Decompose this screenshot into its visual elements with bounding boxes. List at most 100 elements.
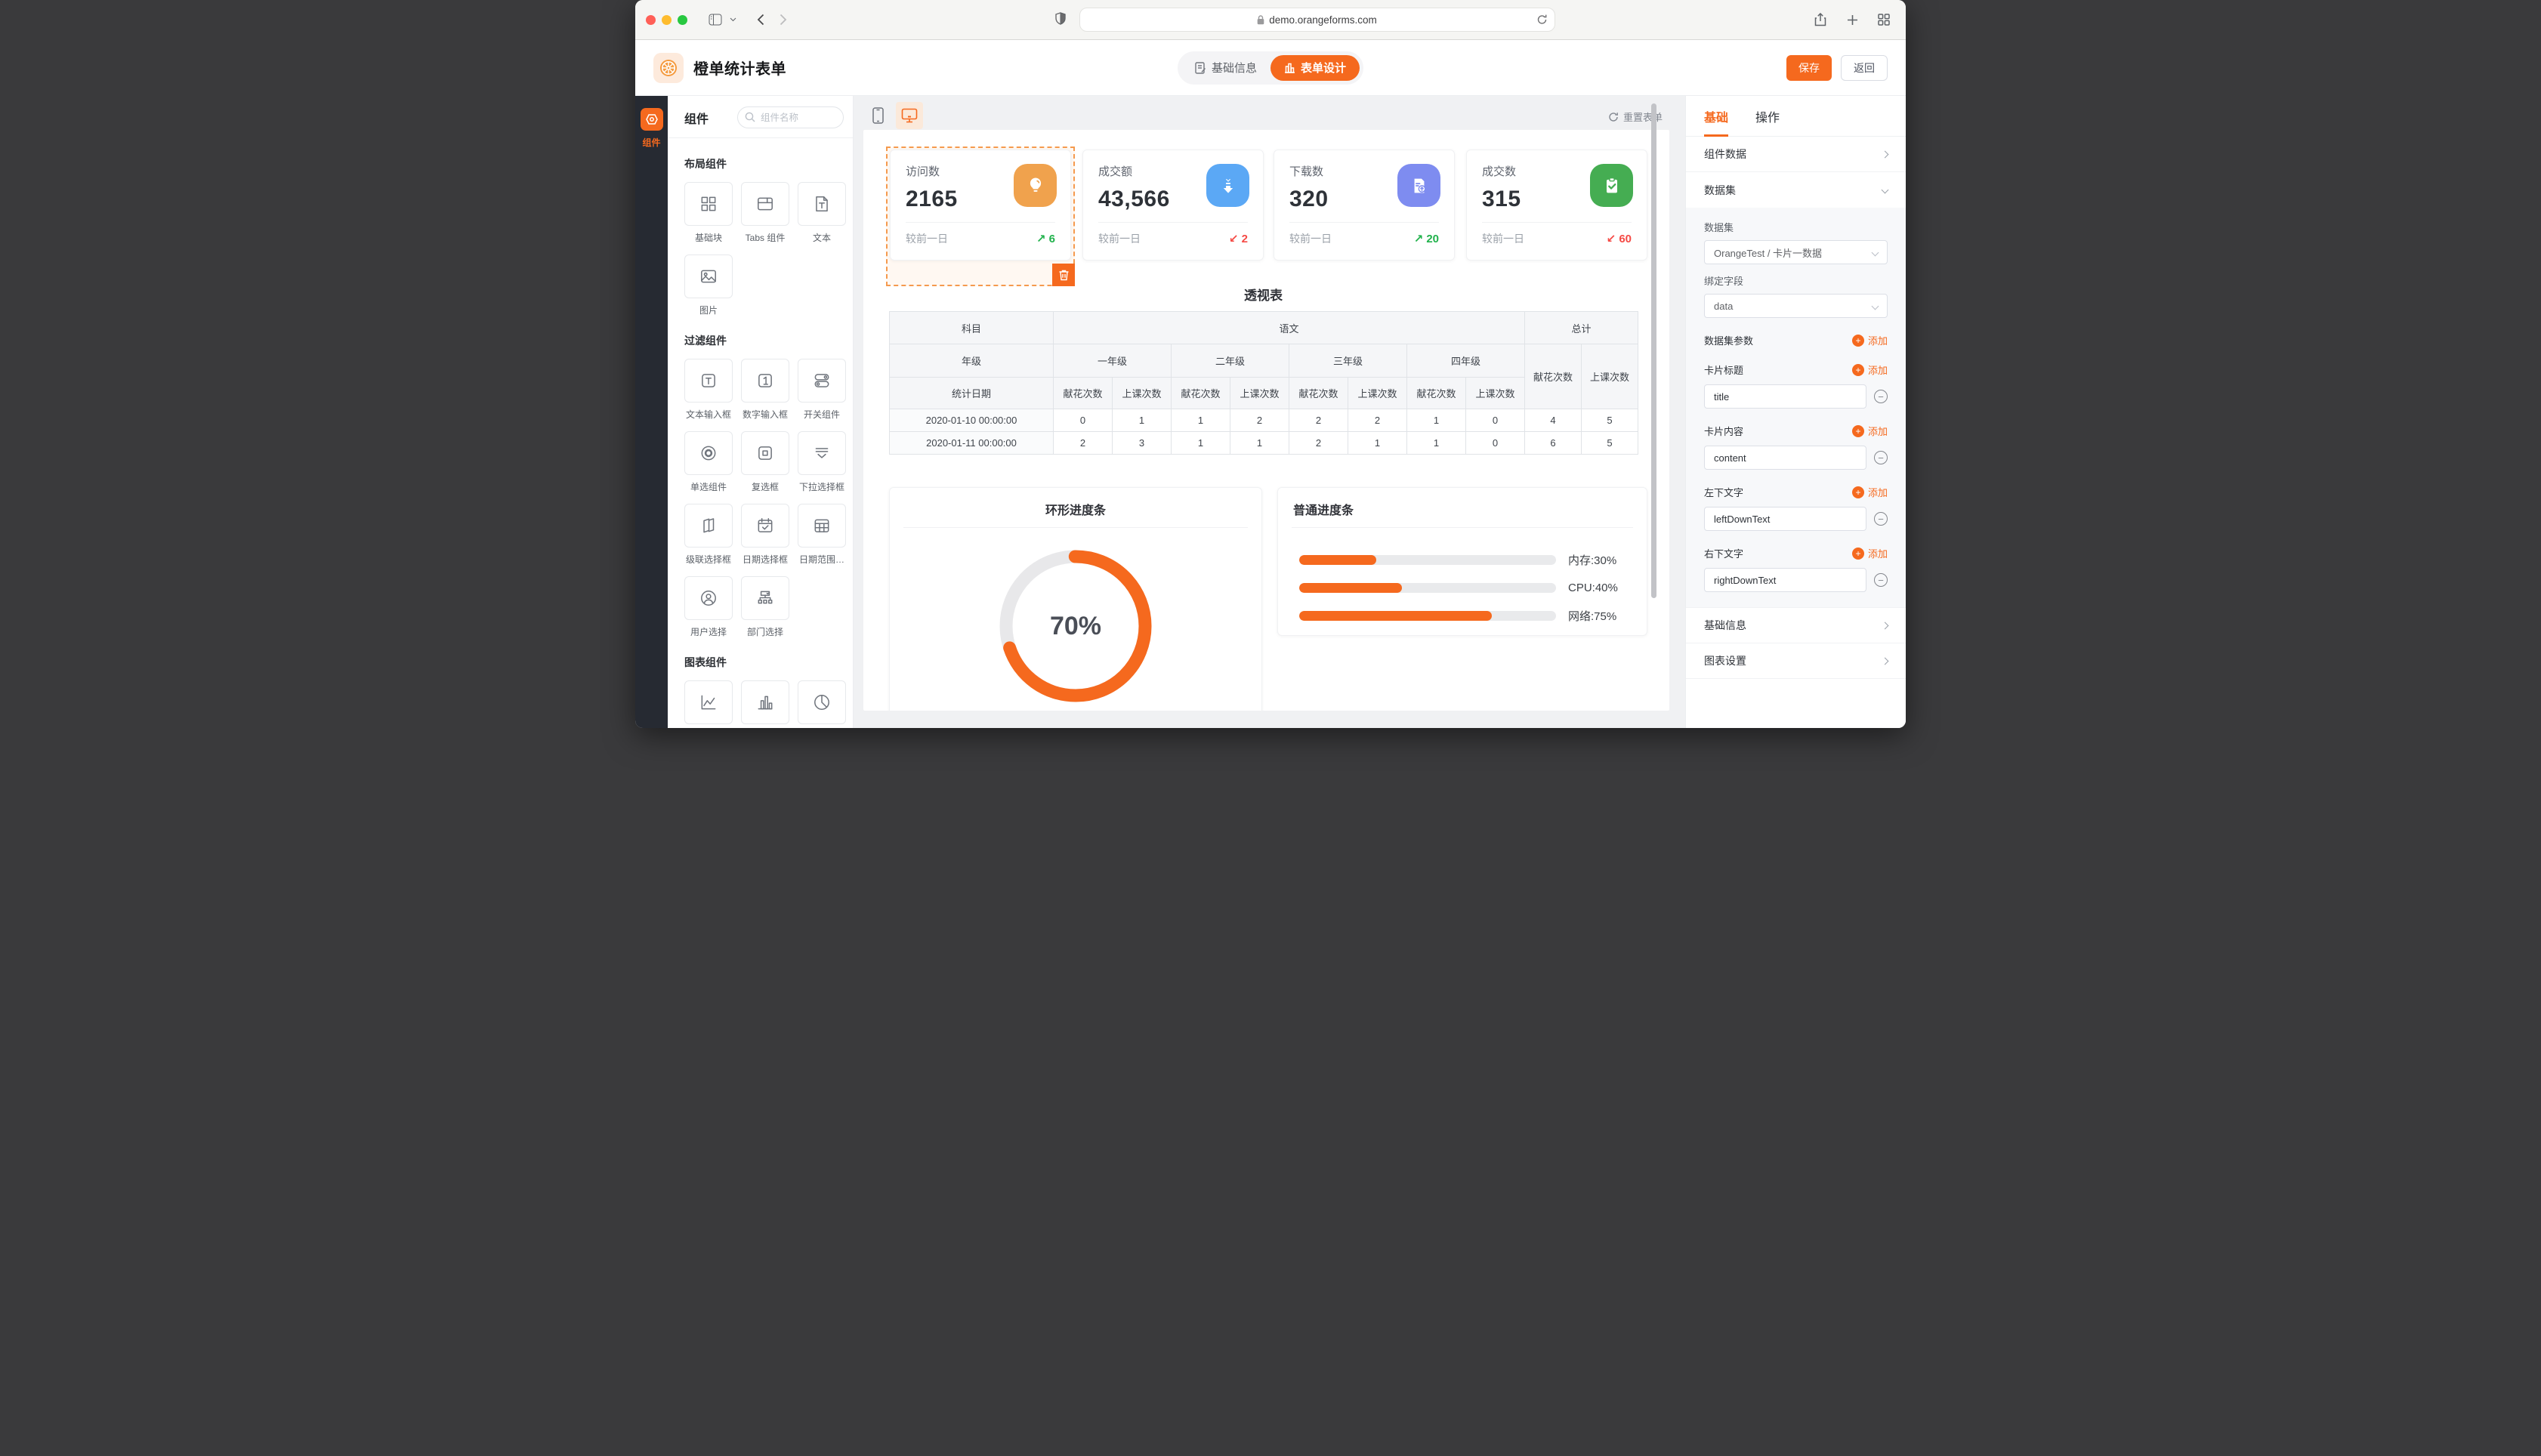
new-tab-icon[interactable] bbox=[1841, 9, 1863, 30]
add-right-down-button[interactable]: +添加 bbox=[1852, 546, 1888, 560]
bulb-icon bbox=[1014, 164, 1057, 207]
close-window-button[interactable] bbox=[646, 15, 656, 25]
selected-widget-outline[interactable]: 访问数 2165 较前一日 ↗ 6 bbox=[886, 147, 1075, 286]
back-button[interactable]: 返回 bbox=[1841, 55, 1888, 81]
component-item-image[interactable]: 图片 bbox=[684, 254, 733, 316]
component-item-tabs[interactable]: Tabs 组件 bbox=[741, 182, 789, 244]
component-item-user-select[interactable]: 用户选择 bbox=[684, 576, 733, 638]
sidebar-toggle-icon[interactable] bbox=[704, 9, 727, 30]
component-item-text-input[interactable]: 文本输入框 bbox=[684, 359, 733, 421]
daterange-icon bbox=[812, 516, 832, 535]
remove-card-title-button[interactable]: − bbox=[1874, 390, 1888, 403]
zoom-window-button[interactable] bbox=[678, 15, 687, 25]
tab-basic-info[interactable]: 基础信息 bbox=[1181, 55, 1270, 81]
stat-card-turnover[interactable]: 成交额 43,566 较前一日 ↙ 2 bbox=[1082, 150, 1264, 261]
components-nav-icon[interactable] bbox=[641, 108, 663, 131]
remove-right-down-button[interactable]: − bbox=[1874, 573, 1888, 587]
progress-row-network: 网络:75% bbox=[1299, 608, 1629, 624]
bar-chart-icon bbox=[1284, 63, 1295, 73]
pivot-total-sub: 献花次数 bbox=[1525, 344, 1582, 409]
pivot-cell: 6 bbox=[1525, 432, 1582, 455]
pivot-sub: 献花次数 bbox=[1407, 378, 1466, 409]
component-item-basic-block[interactable]: 基础块 bbox=[684, 182, 733, 244]
add-card-title-button[interactable]: +添加 bbox=[1852, 362, 1888, 377]
left-down-text-row: 左下文字 +添加 bbox=[1704, 485, 1888, 499]
share-icon[interactable] bbox=[1809, 9, 1832, 30]
form-icon bbox=[1195, 62, 1206, 74]
component-item-cascade[interactable]: 级联选择框 bbox=[684, 504, 733, 566]
tab-actions[interactable]: 操作 bbox=[1755, 96, 1780, 137]
component-item-radio[interactable]: 单选组件 bbox=[684, 431, 733, 493]
select-icon bbox=[812, 443, 832, 463]
progress-row-memory: 内存:30% bbox=[1299, 552, 1629, 568]
pivot-sub: 上课次数 bbox=[1113, 378, 1172, 409]
minimize-window-button[interactable] bbox=[662, 15, 672, 25]
tab-overview-icon[interactable] bbox=[1873, 9, 1895, 30]
component-item-date-picker[interactable]: 日期选择框 bbox=[741, 504, 789, 566]
window-controls bbox=[646, 15, 687, 25]
stat-card-deals[interactable]: 成交数 315 较前一日 ↙ 60 bbox=[1466, 150, 1647, 261]
component-item-checkbox[interactable]: 复选框 bbox=[741, 431, 789, 493]
save-button[interactable]: 保存 bbox=[1786, 55, 1832, 81]
component-item-select[interactable]: 下拉选择框 bbox=[798, 431, 846, 493]
component-item-dept-select[interactable]: 部门选择 bbox=[741, 576, 789, 638]
image-icon bbox=[699, 267, 718, 286]
right-down-text-input[interactable] bbox=[1704, 568, 1866, 592]
trend-up-value: ↗ 6 bbox=[1036, 232, 1055, 245]
address-bar[interactable]: demo.orangeforms.com bbox=[1079, 8, 1555, 32]
component-item-bar-chart[interactable] bbox=[741, 680, 789, 728]
stat-card-visits[interactable]: 访问数 2165 较前一日 ↗ 6 bbox=[890, 150, 1071, 261]
clipboard-icon bbox=[1590, 164, 1633, 207]
ring-gauge: 70% bbox=[999, 549, 1153, 703]
stat-card-downloads[interactable]: 下载数 320 较前一日 ↗ 20 bbox=[1274, 150, 1455, 261]
progress-card-title: 普通进度条 bbox=[1278, 488, 1647, 527]
trend-down-value: ↙ 2 bbox=[1229, 232, 1248, 245]
add-left-down-button[interactable]: +添加 bbox=[1852, 485, 1888, 499]
desktop-preview-button[interactable] bbox=[896, 102, 923, 129]
privacy-shield-icon[interactable] bbox=[1049, 8, 1072, 29]
back-icon[interactable] bbox=[749, 9, 772, 30]
add-param-button[interactable]: +添加 bbox=[1852, 333, 1888, 347]
bind-field-select[interactable]: data bbox=[1704, 294, 1888, 318]
delete-widget-button[interactable] bbox=[1052, 264, 1075, 286]
component-data-row[interactable]: 组件数据 bbox=[1686, 137, 1906, 172]
tab-form-design[interactable]: 表单设计 bbox=[1270, 55, 1360, 81]
left-down-text-input[interactable] bbox=[1704, 507, 1866, 531]
dataset-select[interactable]: OrangeTest / 卡片一数据 bbox=[1704, 240, 1888, 264]
component-item-number-input[interactable]: 数字输入框 bbox=[741, 359, 789, 421]
mobile-preview-button[interactable] bbox=[864, 102, 891, 129]
plus-circle-icon: + bbox=[1852, 335, 1864, 347]
remove-card-content-button[interactable]: − bbox=[1874, 451, 1888, 464]
component-search[interactable] bbox=[737, 106, 844, 128]
pivot-corner: 科目 bbox=[890, 312, 1054, 344]
tab-basic[interactable]: 基础 bbox=[1704, 96, 1728, 137]
dataset-section-row[interactable]: 数据集 bbox=[1686, 172, 1906, 208]
pivot-cell: 1 bbox=[1113, 409, 1172, 432]
pivot-group-header: 语文 bbox=[1054, 312, 1525, 344]
component-item-date-range[interactable]: 日期范围… bbox=[798, 504, 846, 566]
rail-components-label[interactable]: 组件 bbox=[642, 136, 660, 149]
card-content-input[interactable] bbox=[1704, 446, 1866, 470]
progress-card[interactable]: 普通进度条 内存:30% CPU:40% 网络:75% bbox=[1277, 487, 1647, 636]
reload-icon[interactable] bbox=[1536, 14, 1548, 26]
component-item-pie-chart[interactable] bbox=[798, 680, 846, 728]
settings-panel: 基础 操作 组件数据 数据集 数据集 OrangeTest / 卡片一数据 绑定… bbox=[1685, 96, 1906, 728]
forward-icon[interactable] bbox=[772, 9, 795, 30]
basic-info-row[interactable]: 基础信息 bbox=[1686, 608, 1906, 643]
component-item-line-chart[interactable] bbox=[684, 680, 733, 728]
right-down-text-row: 右下文字 +添加 bbox=[1704, 546, 1888, 560]
component-item-switch[interactable]: 开关组件 bbox=[798, 359, 846, 421]
pivot-sub: 献花次数 bbox=[1054, 378, 1113, 409]
canvas-scrollbar[interactable] bbox=[1651, 103, 1656, 598]
ring-progress-card[interactable]: 环形进度条 70% bbox=[889, 487, 1262, 711]
phone-icon bbox=[872, 107, 884, 124]
add-card-content-button[interactable]: +添加 bbox=[1852, 424, 1888, 438]
chart-settings-row[interactable]: 图表设置 bbox=[1686, 643, 1906, 679]
component-item-text[interactable]: 文本 bbox=[798, 182, 846, 244]
progress-row-cpu: CPU:40% bbox=[1299, 581, 1629, 594]
date-icon bbox=[755, 516, 775, 535]
remove-left-down-button[interactable]: − bbox=[1874, 512, 1888, 526]
card-title-input[interactable] bbox=[1704, 384, 1866, 409]
page-title: 橙单统计表单 bbox=[693, 57, 786, 79]
chevron-down-icon[interactable] bbox=[727, 9, 739, 30]
